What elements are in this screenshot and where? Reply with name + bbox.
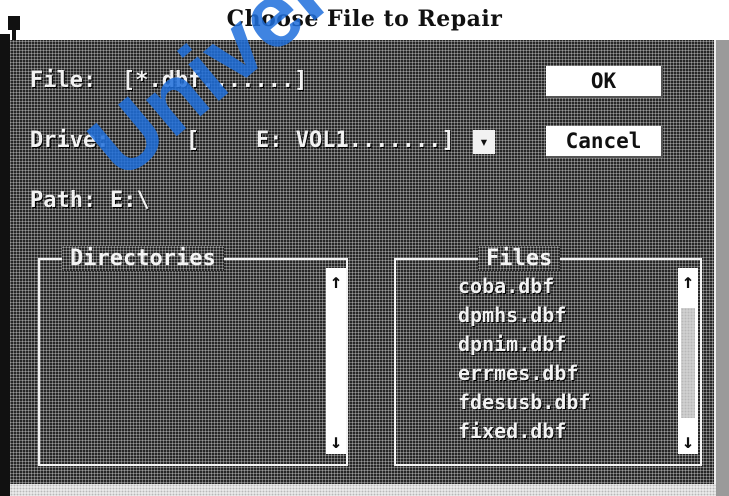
drive-select[interactable]: E: VOL1.......] xyxy=(256,128,455,153)
list-item[interactable]: errmes.dbf xyxy=(458,359,658,388)
directories-scrollbar[interactable]: ↑ ↓ xyxy=(326,268,346,454)
files-title: Files xyxy=(478,246,560,271)
files-list[interactable]: coba.dbf dpmhs.dbf dpnim.dbf errmes.dbf … xyxy=(458,272,658,452)
drive-label: Drive: xyxy=(30,128,110,153)
directories-title: Directories xyxy=(62,246,224,271)
directories-list[interactable] xyxy=(48,272,318,456)
path-value: E:\ xyxy=(110,188,150,213)
list-item[interactable]: fixed.dbf xyxy=(458,417,658,446)
file-input[interactable]: [*.dbf.......] xyxy=(122,68,307,93)
scroll-up-icon[interactable]: ↑ xyxy=(678,270,698,292)
list-item[interactable]: dpmhs.dbf xyxy=(458,301,658,330)
files-scroll-thumb[interactable] xyxy=(681,308,695,418)
file-label: File: xyxy=(30,68,97,93)
list-item[interactable]: dpnim.dbf xyxy=(458,330,658,359)
window-right-border xyxy=(716,40,729,496)
list-item[interactable]: coba.dbf xyxy=(458,272,658,301)
scroll-down-icon[interactable]: ↓ xyxy=(678,430,698,452)
dropdown-arrow-icon[interactable]: ▾ xyxy=(473,130,495,154)
path-label: Path: xyxy=(30,188,97,213)
window-title: Choose File to Repair xyxy=(226,6,503,32)
list-item[interactable]: fdesusb.dbf xyxy=(458,388,658,417)
window-left-border xyxy=(0,34,10,496)
window-bottom-border xyxy=(10,484,716,496)
files-scrollbar[interactable]: ↑ ↓ xyxy=(678,268,698,454)
scroll-up-icon[interactable]: ↑ xyxy=(326,270,346,292)
ok-button[interactable]: OK xyxy=(546,66,663,98)
cancel-button[interactable]: Cancel xyxy=(546,126,663,158)
drive-open-bracket: [ xyxy=(186,128,200,153)
scroll-down-icon[interactable]: ↓ xyxy=(326,430,346,452)
